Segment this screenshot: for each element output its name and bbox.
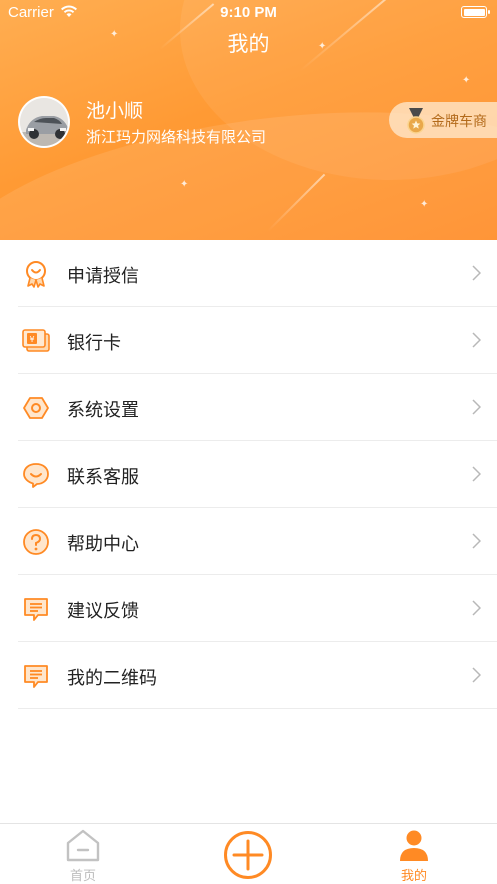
tab-mine-label: 我的: [400, 868, 427, 883]
badge-label: 金牌车商: [431, 113, 487, 129]
menu-item-help-center[interactable]: 帮助中心: [18, 508, 497, 575]
menu-label: 系统设置: [67, 400, 139, 420]
settings-icon: [23, 397, 49, 419]
qrcode-message-icon: [24, 665, 48, 688]
page-title: 我的: [227, 33, 270, 56]
help-icon: [23, 529, 49, 555]
customer-service-icon: [23, 463, 49, 488]
status-bar: Carrier 9:10 PM: [0, 0, 497, 26]
bank-card-icon: ¥: [22, 329, 50, 352]
chevron-right-icon: [472, 265, 481, 281]
sparkle: ✦: [462, 75, 471, 86]
medal-icon: [407, 108, 425, 134]
sparkle: ✦: [420, 199, 429, 210]
menu-item-bank-card[interactable]: ¥ 银行卡: [18, 307, 497, 374]
sparkle: ✦: [180, 179, 189, 190]
menu-item-apply-credit[interactable]: 申请授信: [18, 240, 497, 307]
menu-label: 联系客服: [67, 467, 139, 487]
ribbon-icon: [26, 261, 46, 288]
chevron-right-icon: [472, 600, 481, 616]
chevron-right-icon: [472, 667, 481, 683]
menu-label: 帮助中心: [67, 534, 139, 554]
add-button[interactable]: [223, 830, 273, 880]
menu-label: 我的二维码: [67, 668, 157, 688]
tab-bar: 首页 我的: [0, 823, 497, 883]
feedback-icon: [24, 598, 48, 621]
gold-dealer-badge[interactable]: 金牌车商: [389, 102, 497, 138]
battery-icon: [461, 6, 490, 18]
svg-text:¥: ¥: [29, 335, 34, 344]
menu-item-feedback[interactable]: 建议反馈: [18, 575, 497, 642]
company-name: 浙江玛力网络科技有限公司: [86, 129, 267, 146]
menu-item-system-settings[interactable]: 系统设置: [18, 374, 497, 441]
avatar[interactable]: [18, 96, 70, 148]
car-photo-icon: [20, 98, 68, 146]
menu-label: 建议反馈: [67, 601, 139, 621]
profile-header: ✦ ✦ ✦ ✦ ✦ Carrier 9:10 PM 我的 池小顺 浙江玛力网络科…: [0, 0, 497, 240]
menu-item-my-qrcode[interactable]: 我的二维码: [18, 642, 497, 709]
chevron-right-icon: [472, 399, 481, 415]
chevron-right-icon: [472, 533, 481, 549]
tab-mine[interactable]: 我的: [354, 824, 474, 884]
menu-label: 银行卡: [67, 333, 121, 353]
chevron-right-icon: [472, 332, 481, 348]
menu-item-customer-service[interactable]: 联系客服: [18, 441, 497, 508]
user-icon: [400, 830, 428, 861]
user-name: 池小顺: [86, 101, 144, 122]
tab-home[interactable]: 首页: [23, 824, 143, 884]
home-icon: [66, 829, 100, 862]
chevron-right-icon: [472, 466, 481, 482]
settings-menu: 申请授信 ¥ 银行卡 系统设置 联系客服 帮助中心 建议反馈 我的二维码: [0, 240, 497, 709]
tab-home-label: 首页: [69, 868, 96, 883]
clock: 9:10 PM: [220, 4, 277, 21]
menu-label: 申请授信: [67, 266, 139, 286]
